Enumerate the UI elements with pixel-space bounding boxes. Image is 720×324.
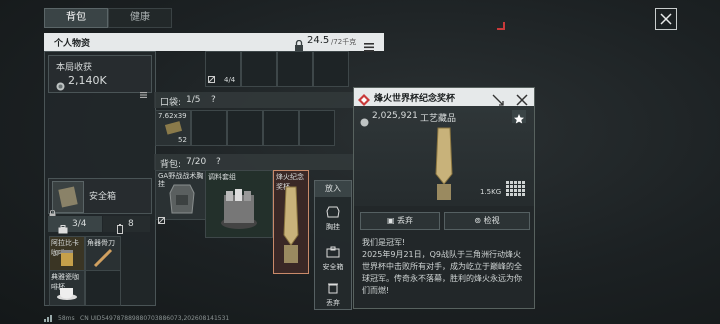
pocket-header: 口袋: 1/5 ?	[154, 92, 354, 108]
wifi-icon	[44, 315, 54, 324]
pocket-label: 口袋:	[160, 98, 182, 108]
price-coin-icon	[360, 112, 369, 131]
context-menu: 放入 胸挂 安全箱 丢弃	[314, 180, 352, 310]
uid-text: CN UID549787889880703886073,202608141531	[80, 315, 230, 322]
safe-item-knife[interactable]: 角器骨刀	[85, 236, 121, 272]
container-tab-left[interactable]: 3/4	[48, 216, 102, 234]
safe-box-row[interactable]: 安全箱	[48, 178, 152, 214]
favorite-button[interactable]	[512, 110, 526, 124]
desc-body: 2025年9月21日，Q9战队于三角洲行动烽火世界杯中击败所有对手，成为屹立于巅…	[362, 250, 522, 295]
income-label: 本局收获	[56, 63, 93, 73]
pocket-slot-3[interactable]	[227, 110, 263, 146]
menu-equip-label: 胸挂	[326, 223, 340, 231]
menu-safe-label: 安全箱	[322, 263, 344, 271]
star-icon	[514, 114, 524, 124]
safe-box-case-icon	[58, 186, 78, 208]
spice-label: 调料套组	[208, 173, 236, 181]
backpack-count: 7/20	[186, 157, 207, 167]
desc-title: 我们是冠军!	[362, 238, 406, 247]
income-value: 2,140K	[68, 74, 107, 87]
safe-box-label: 安全箱	[89, 192, 117, 202]
detail-category: 工艺藏品	[420, 114, 457, 124]
ping-value: 58ms	[58, 315, 75, 322]
menu-discard-label: 丢弃	[326, 299, 340, 307]
personal-title: 个人物资	[54, 39, 91, 49]
weight-max: /72千克	[331, 38, 357, 46]
vest-flag-icon	[157, 209, 166, 228]
top-slot-3[interactable]	[277, 51, 313, 87]
spice-set-icon	[221, 189, 257, 229]
backpack-help[interactable]: ?	[216, 157, 221, 167]
tab-backpack[interactable]: 背包	[44, 8, 108, 28]
detail-price: 2,025,921	[372, 111, 418, 121]
backpack-item-spice-set[interactable]: 调料套组	[205, 170, 273, 238]
pocket-count: 1/5	[186, 95, 201, 105]
status-bar: 58ms CN UID549787889880703886073,2026081…	[44, 314, 344, 324]
inspect-icon: ⊚	[474, 216, 482, 225]
pocket-help[interactable]: ?	[211, 95, 216, 105]
close-icon	[660, 13, 672, 25]
knife-icon	[93, 248, 113, 268]
grid-size-icon	[506, 181, 526, 201]
safe-slot-empty[interactable]	[85, 270, 121, 306]
detail-title: 烽火世界杯纪念奖杯	[374, 94, 456, 104]
backpack-item-vest[interactable]: GA野战战术胸挂	[155, 170, 207, 225]
pocket-slot-ammo[interactable]: 7.62x39 52	[155, 110, 191, 146]
vest-icon	[169, 184, 195, 214]
list-icon[interactable]	[140, 83, 147, 102]
vest-menu-icon	[326, 206, 340, 218]
pocket-slot-2[interactable]	[191, 110, 227, 146]
discard-label: 丢弃	[397, 216, 414, 225]
tab-health[interactable]: 健康	[108, 8, 172, 28]
personal-header: 个人物资 24.5 /72千克	[44, 33, 384, 52]
marker-icon	[497, 22, 505, 30]
context-menu-header: 放入	[315, 181, 351, 197]
pocket-slot-5[interactable]	[299, 110, 335, 146]
trash-icon: ▣	[386, 216, 395, 225]
safe-item-coffee[interactable]: 阿拉比卡咖啡	[49, 236, 85, 272]
menu-item-safe[interactable]: 安全箱	[315, 243, 351, 275]
pocket-slot-4[interactable]	[263, 110, 299, 146]
ammo-count: 52	[178, 136, 187, 144]
detail-description: 我们是冠军! 2025年9月21日，Q9战队于三角洲行动烽火世界杯中击败所有对手…	[362, 237, 528, 297]
trash-icon	[328, 283, 338, 294]
backpack-header: 背包: 7/20 ?	[154, 154, 354, 170]
ammo-label: 7.62x39	[158, 112, 187, 120]
detail-header: 烽火世界杯纪念奖杯	[354, 88, 534, 106]
collapse-icon	[492, 94, 504, 106]
top-slot-2[interactable]	[241, 51, 277, 87]
counter-right: 8	[128, 219, 134, 229]
menu-icon[interactable]	[364, 37, 374, 56]
close-icon	[516, 94, 528, 106]
safe-item-cup[interactable]: 典雅瓷咖啡杯	[49, 270, 85, 306]
coin-icon	[56, 76, 65, 95]
income-box: 本局收获 2,140K	[48, 55, 152, 98]
item-detail-panel: 烽火世界杯纪念奖杯 2,025,921 工艺藏品 1.5KG ▣ 丢弃 ⊚ 检视…	[353, 87, 535, 309]
ammo-box-icon	[165, 121, 183, 135]
close-button[interactable]	[655, 8, 677, 30]
menu-item-equip[interactable]: 胸挂	[315, 203, 351, 235]
counter-left: 3/4	[72, 219, 87, 229]
safe-box-icon	[326, 246, 340, 258]
container-tab-right[interactable]: 8	[103, 216, 150, 234]
top-slot-4[interactable]	[313, 51, 349, 87]
detail-preview: 2,025,921 工艺藏品 1.5KG	[354, 106, 534, 206]
coffee-jar-icon	[61, 250, 73, 266]
menu-item-discard[interactable]: 丢弃	[315, 279, 351, 307]
backpack-label: 背包:	[160, 160, 182, 170]
top-slot-count: 4/4	[224, 76, 236, 84]
trophy-icon	[283, 186, 299, 263]
discard-button[interactable]: ▣ 丢弃	[360, 212, 440, 230]
weight-value: 24.5	[307, 35, 330, 46]
inspect-button[interactable]: ⊚ 检视	[444, 212, 530, 230]
detail-weight: 1.5KG	[480, 188, 502, 196]
safe-box-slot	[52, 181, 84, 213]
backpack-item-trophy[interactable]: 烽火纪念奖杯	[273, 170, 309, 274]
top-slot-1[interactable]: 4/4	[205, 51, 241, 87]
cup-icon	[57, 288, 77, 300]
trophy-preview-icon	[435, 127, 453, 200]
inspect-label: 检视	[483, 216, 500, 225]
slot-flag-icon	[207, 75, 216, 85]
